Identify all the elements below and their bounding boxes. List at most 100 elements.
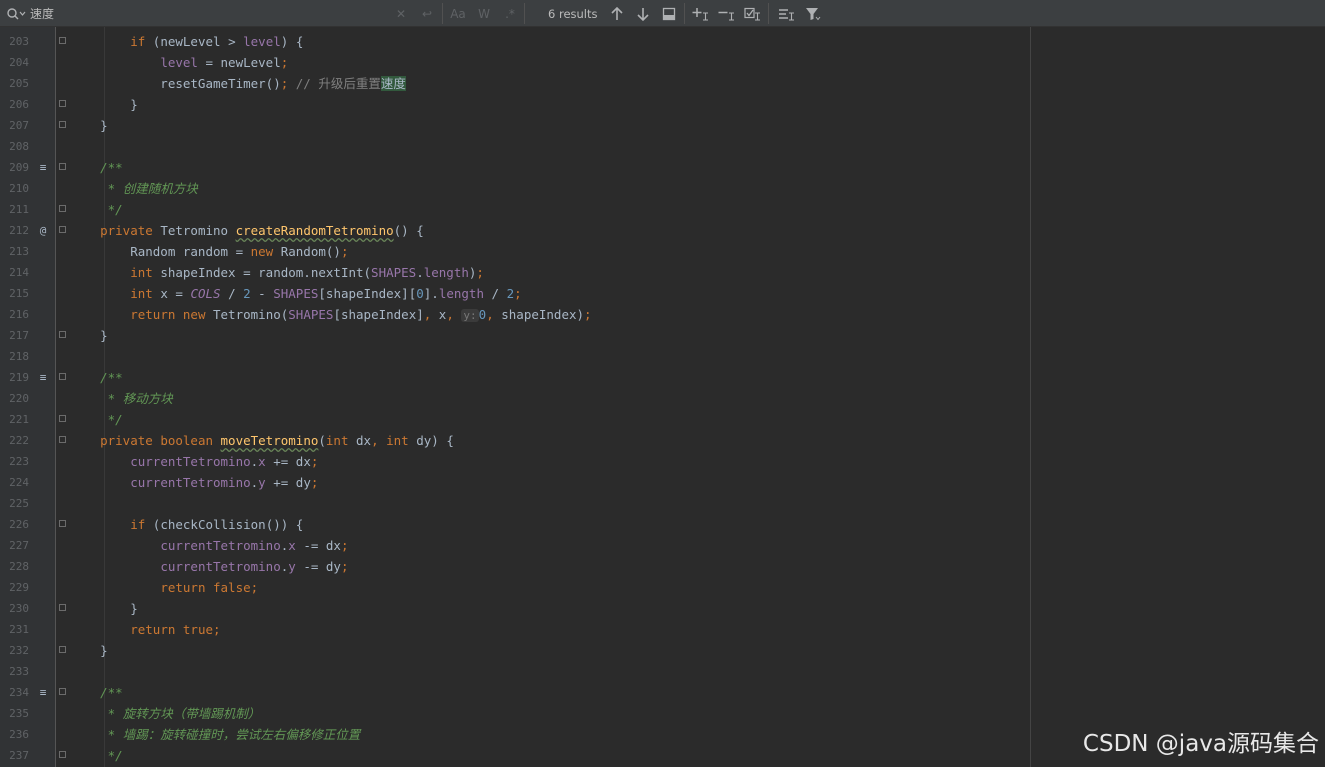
code-text: /** (100, 160, 123, 175)
code-text: } (70, 118, 108, 133)
code-line[interactable]: 206 } (0, 94, 1325, 115)
line-number: 214 (9, 266, 29, 279)
toolbar-divider (442, 3, 443, 24)
code-text: */ (107, 412, 123, 427)
line-number: 209 (9, 161, 29, 174)
code-line[interactable]: 223 currentTetromino.x += dx; (0, 451, 1325, 472)
code-text: * 创建随机方块 (107, 181, 198, 196)
fold-marker-icon[interactable] (59, 331, 66, 338)
code-line[interactable]: 230 } (0, 598, 1325, 619)
code-text: /** (100, 685, 123, 700)
code-line[interactable]: 213 Random random = new Random(); (0, 241, 1325, 262)
code-line[interactable]: 208 (0, 136, 1325, 157)
code-text: * 移动方块 (107, 391, 173, 406)
code-line[interactable]: 210 * 创建随机方块 (0, 178, 1325, 199)
code-line[interactable]: 207 } (0, 115, 1325, 136)
line-number: 233 (9, 665, 29, 678)
code-line[interactable]: 205 resetGameTimer(); // 升级后重置速度 (0, 73, 1325, 94)
line-number: 207 (9, 119, 29, 132)
remove-occurrence-icon[interactable] (716, 0, 738, 27)
filter-icon[interactable] (802, 0, 824, 27)
override-marker-icon[interactable]: @ (36, 220, 50, 241)
fold-marker-icon[interactable] (59, 100, 66, 107)
code-line[interactable]: 231 return true; (0, 619, 1325, 640)
fold-marker-icon[interactable] (59, 226, 66, 233)
line-number: 223 (9, 455, 29, 468)
code-line[interactable]: 234 ≡ /** (0, 682, 1325, 703)
fold-marker-icon[interactable] (59, 688, 66, 695)
code-line[interactable]: 211 */ (0, 199, 1325, 220)
search-icon[interactable] (6, 0, 26, 27)
watermark: CSDN @java源码集合 (1082, 731, 1319, 757)
doc-comment-marker-icon[interactable]: ≡ (36, 682, 50, 703)
line-number: 218 (9, 350, 29, 363)
code-text: Random random = new Random(); (70, 244, 349, 259)
fold-marker-icon[interactable] (59, 436, 66, 443)
fold-marker-icon[interactable] (59, 520, 66, 527)
code-line[interactable]: 228 currentTetromino.y -= dy; (0, 556, 1325, 577)
fold-marker-icon[interactable] (59, 646, 66, 653)
doc-comment-marker-icon[interactable]: ≡ (36, 157, 50, 178)
code-line[interactable]: 222 private boolean moveTetromino(int dx… (0, 430, 1325, 451)
line-number: 212 (9, 224, 29, 237)
code-editor[interactable]: 203 if (newLevel > level) {204 level = n… (0, 27, 1325, 767)
line-number: 205 (9, 77, 29, 90)
line-number: 226 (9, 518, 29, 531)
line-number: 210 (9, 182, 29, 195)
code-line[interactable]: 227 currentTetromino.x -= dx; (0, 535, 1325, 556)
code-line[interactable]: 204 level = newLevel; (0, 52, 1325, 73)
toolbar-divider (524, 3, 525, 24)
line-number: 208 (9, 140, 29, 153)
regex-toggle[interactable]: .* (499, 0, 521, 27)
fold-marker-icon[interactable] (59, 163, 66, 170)
fold-marker-icon[interactable] (59, 415, 66, 422)
line-number: 213 (9, 245, 29, 258)
code-line[interactable]: 216 return new Tetromino(SHAPES[shapeInd… (0, 304, 1325, 325)
code-line[interactable]: 225 (0, 493, 1325, 514)
filter-search-icon[interactable] (658, 0, 680, 27)
search-in-selection-icon[interactable] (776, 0, 798, 27)
add-occurrence-icon[interactable] (690, 0, 712, 27)
fold-marker-icon[interactable] (59, 751, 66, 758)
code-line[interactable]: 220 * 移动方块 (0, 388, 1325, 409)
code-line[interactable]: 212 @ private Tetromino createRandomTetro… (0, 220, 1325, 241)
code-line[interactable]: 221 */ (0, 409, 1325, 430)
code-line[interactable]: 203 if (newLevel > level) { (0, 31, 1325, 52)
fold-marker-icon[interactable] (59, 604, 66, 611)
select-all-occurrences-icon[interactable] (742, 0, 764, 27)
clear-search-icon[interactable]: ✕ (390, 0, 412, 27)
code-text: private Tetromino createRandomTetromino(… (100, 223, 424, 238)
search-input[interactable] (30, 3, 390, 23)
toolbar-divider (768, 3, 769, 24)
code-line[interactable]: 233 (0, 661, 1325, 682)
code-line[interactable]: 217 } (0, 325, 1325, 346)
code-line[interactable]: 215 int x = COLS / 2 - SHAPES[shapeIndex… (0, 283, 1325, 304)
fold-marker-icon[interactable] (59, 121, 66, 128)
line-number: 222 (9, 434, 29, 447)
code-text: return true; (130, 622, 221, 637)
match-case-toggle[interactable]: Aa (447, 0, 469, 27)
code-line[interactable]: 219 ≡ /** (0, 367, 1325, 388)
code-line[interactable]: 209 ≡ /** (0, 157, 1325, 178)
previous-occurrence-icon[interactable] (606, 0, 628, 27)
code-text: currentTetromino.y += dy; (130, 475, 319, 490)
code-text: currentTetromino.y -= dy; (160, 559, 349, 574)
code-text: private boolean moveTetromino(int dx, in… (100, 433, 454, 448)
new-line-icon[interactable]: ↩ (416, 0, 438, 27)
find-bar: ✕ ↩ Aa W .* 6 results (0, 0, 1325, 27)
code-line[interactable]: 226 if (checkCollision()) { (0, 514, 1325, 535)
fold-marker-icon[interactable] (59, 37, 66, 44)
code-text: return new Tetromino(SHAPES[shapeIndex],… (130, 307, 592, 322)
code-line[interactable]: 218 (0, 346, 1325, 367)
doc-comment-marker-icon[interactable]: ≡ (36, 367, 50, 388)
code-line[interactable]: 232 } (0, 640, 1325, 661)
fold-marker-icon[interactable] (59, 373, 66, 380)
code-line[interactable]: 224 currentTetromino.y += dy; (0, 472, 1325, 493)
code-line[interactable]: 235 * 旋转方块（带墙踢机制） (0, 703, 1325, 724)
whole-words-toggle[interactable]: W (473, 0, 495, 27)
fold-marker-icon[interactable] (59, 205, 66, 212)
code-line[interactable]: 229 return false; (0, 577, 1325, 598)
line-number: 236 (9, 728, 29, 741)
code-line[interactable]: 214 int shapeIndex = random.nextInt(SHAP… (0, 262, 1325, 283)
next-occurrence-icon[interactable] (632, 0, 654, 27)
